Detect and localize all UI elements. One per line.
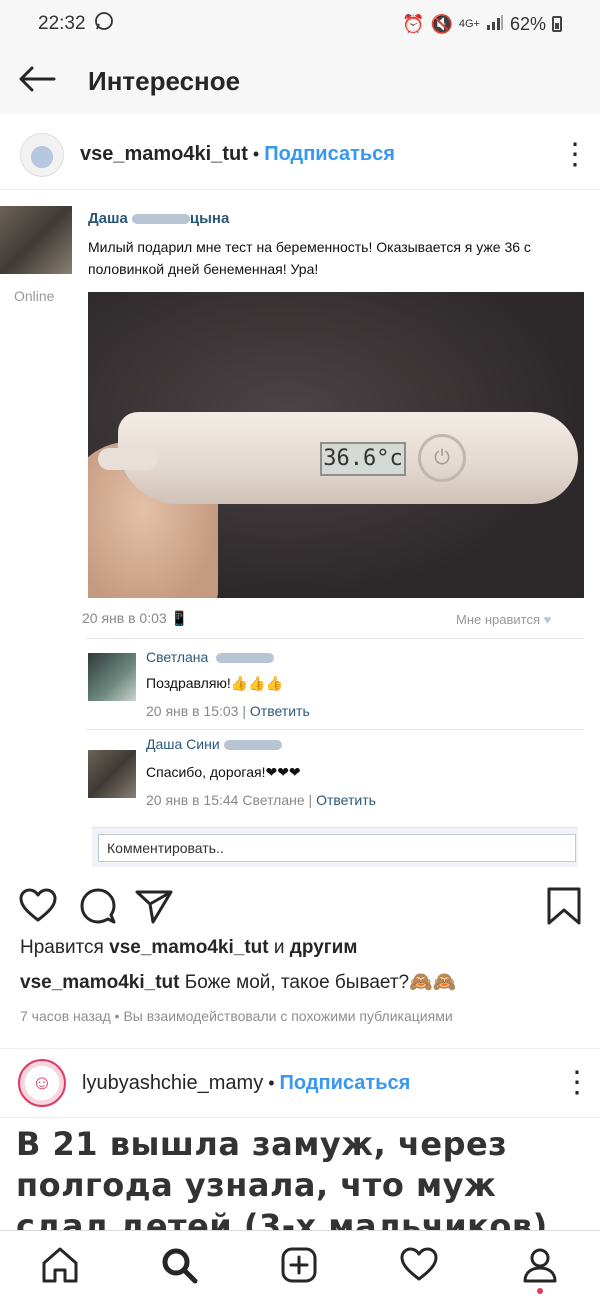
avatar[interactable]: ☺ (18, 1059, 66, 1107)
caption-username[interactable]: vse_mamo4ki_tut (20, 972, 179, 993)
comment-icon[interactable] (78, 886, 118, 926)
power-icon (418, 434, 466, 482)
comment-avatar (88, 653, 136, 701)
thermometer: 36.6°c (98, 412, 578, 504)
vk-heart-icon: ♥ (543, 612, 552, 627)
caption-text: Боже мой, такое бывает?🙈🙈 (184, 972, 457, 993)
network-type: 4G+ (458, 18, 480, 30)
battery-level: 62% (509, 13, 546, 34)
follow-button[interactable]: Подписаться (264, 143, 395, 166)
post-username[interactable]: lyubyashchie_mamy (82, 1072, 263, 1095)
blur-redaction (216, 653, 275, 664)
status-time: 22:32 (38, 13, 86, 34)
post-username[interactable]: vse_mamo4ki_tut (80, 143, 248, 166)
page-title: Интересное (88, 65, 241, 96)
thermometer-photo: 36.6°c (88, 292, 584, 598)
vk-like: Мне нравится ♥ (456, 612, 551, 627)
comment-meta: 20 янв в 15:44 Светлане | Ответить (146, 792, 376, 808)
signal-icon (486, 14, 504, 35)
likes-middle: и (273, 937, 285, 958)
whatsapp-icon (94, 11, 114, 37)
blur-redaction (131, 214, 190, 225)
vk-avatar (0, 206, 72, 274)
comment-date: 20 янв в 15:44 (146, 792, 239, 808)
post-actions (0, 878, 600, 932)
post-header: vse_mamo4ki_tut • Подписаться ⋮ (0, 120, 600, 190)
thermometer-tip (98, 448, 158, 470)
avatar[interactable] (20, 132, 64, 177)
comment-reply: Ответить (249, 703, 310, 719)
comment-author: Даша Сини (146, 736, 282, 752)
more-options-icon[interactable]: ⋮ (562, 1068, 592, 1098)
post-caption: vse_mamo4ki_tut Боже мой, такое бывает?🙈… (20, 970, 456, 994)
back-arrow-icon[interactable] (0, 64, 70, 98)
vk-online-status: Online (14, 288, 55, 304)
likes-line[interactable]: Нравится vse_mamo4ki_tut и другим (20, 937, 357, 959)
comment-text-value: Спасибо, дорогая!❤❤❤ (146, 764, 301, 780)
post-time-info: 7 часов назад • Вы взаимодействовали с п… (20, 1008, 453, 1024)
post-header: ☺ lyubyashchie_mamy • Подписаться ⋮ (0, 1048, 600, 1118)
mute-icon: 🔇 (430, 13, 453, 34)
bottom-navigation (0, 1230, 600, 1299)
comment-input: Комментировать.. (98, 834, 576, 862)
status-bar: 22:32 ⏰ 🔇 4G+ 62% (0, 0, 600, 48)
follow-button[interactable]: Подписаться (280, 1072, 411, 1095)
comment-text: Поздравляю!👍👍👍 (146, 675, 284, 691)
heart-icon[interactable] (18, 886, 58, 926)
blur-redaction (223, 740, 282, 751)
thermometer-display: 36.6°c (320, 442, 406, 476)
comment-author: Светлана (146, 649, 275, 665)
vk-author-name: Даша цына (88, 210, 229, 227)
post-image-text[interactable]: В 21 вышла замуж, через полгода узнала, … (16, 1124, 586, 1230)
app-bar: Интересное (0, 48, 600, 114)
vk-date-text: 20 янв в 0:03 (82, 610, 167, 626)
separator-dot: • (252, 144, 260, 164)
comment-reply-to: Светлане (242, 792, 305, 808)
likes-others[interactable]: другим (290, 937, 358, 958)
alarm-icon: ⏰ (402, 13, 425, 34)
vk-author-first: Даша (88, 210, 128, 227)
share-icon[interactable] (134, 886, 174, 926)
home-icon[interactable] (40, 1245, 80, 1285)
activity-heart-icon[interactable] (399, 1245, 439, 1285)
vk-post-date: 20 янв в 0:03 📱 (82, 610, 188, 627)
comment-author-name: Даша Сини (146, 736, 220, 752)
notification-dot (537, 1288, 543, 1294)
search-icon[interactable] (159, 1245, 199, 1285)
mobile-icon: 📱 (170, 610, 189, 626)
likes-prefix: Нравится (20, 937, 104, 958)
separator-dot: • (268, 1072, 275, 1093)
comment-reply: Ответить (316, 792, 376, 808)
baby-logo-icon: ☺ (31, 1071, 53, 1094)
comment-date: 20 янв в 15:03 (146, 703, 239, 719)
battery-icon (552, 16, 562, 32)
likes-user[interactable]: vse_mamo4ki_tut (109, 937, 268, 958)
comment-avatar (88, 750, 136, 798)
comment-box: Комментировать.. (92, 827, 578, 867)
add-post-icon[interactable] (279, 1245, 319, 1285)
comment-author-name: Светлана (146, 649, 209, 665)
vk-like-label: Мне нравится (456, 612, 541, 627)
post-image[interactable]: Online Даша цына Милый подарил мне тест н… (0, 192, 600, 874)
comment-text: Спасибо, дорогая!❤❤❤ (146, 764, 301, 781)
bookmark-icon[interactable] (544, 886, 584, 926)
vk-comments: Светлана Поздравляю!👍👍👍 20 янв в 15:03 |… (86, 638, 584, 874)
vk-post-text: Милый подарил мне тест на беременность! … (88, 239, 531, 277)
vk-author-suffix: цына (189, 210, 230, 227)
profile-icon[interactable] (520, 1245, 560, 1285)
more-options-icon[interactable]: ⋮ (560, 139, 590, 170)
comment-meta: 20 янв в 15:03 | Ответить (146, 703, 310, 719)
vk-comment: Даша Сини Спасибо, дорогая!❤❤❤ 20 янв в … (86, 729, 584, 808)
